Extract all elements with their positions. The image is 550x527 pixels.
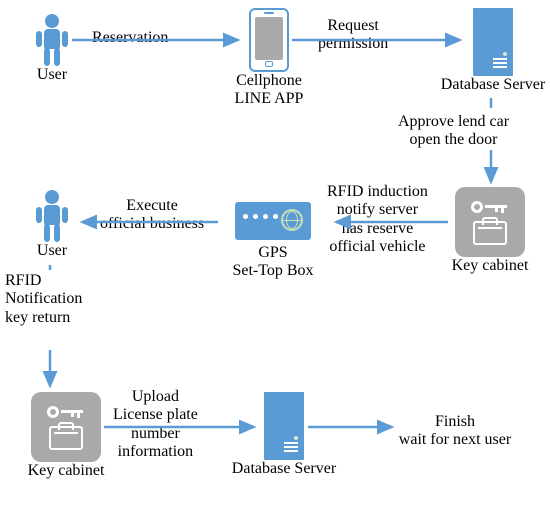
flow-diagram: User Cellphone LINE APP Database Server … bbox=[0, 0, 550, 527]
arrows-layer bbox=[0, 0, 550, 527]
